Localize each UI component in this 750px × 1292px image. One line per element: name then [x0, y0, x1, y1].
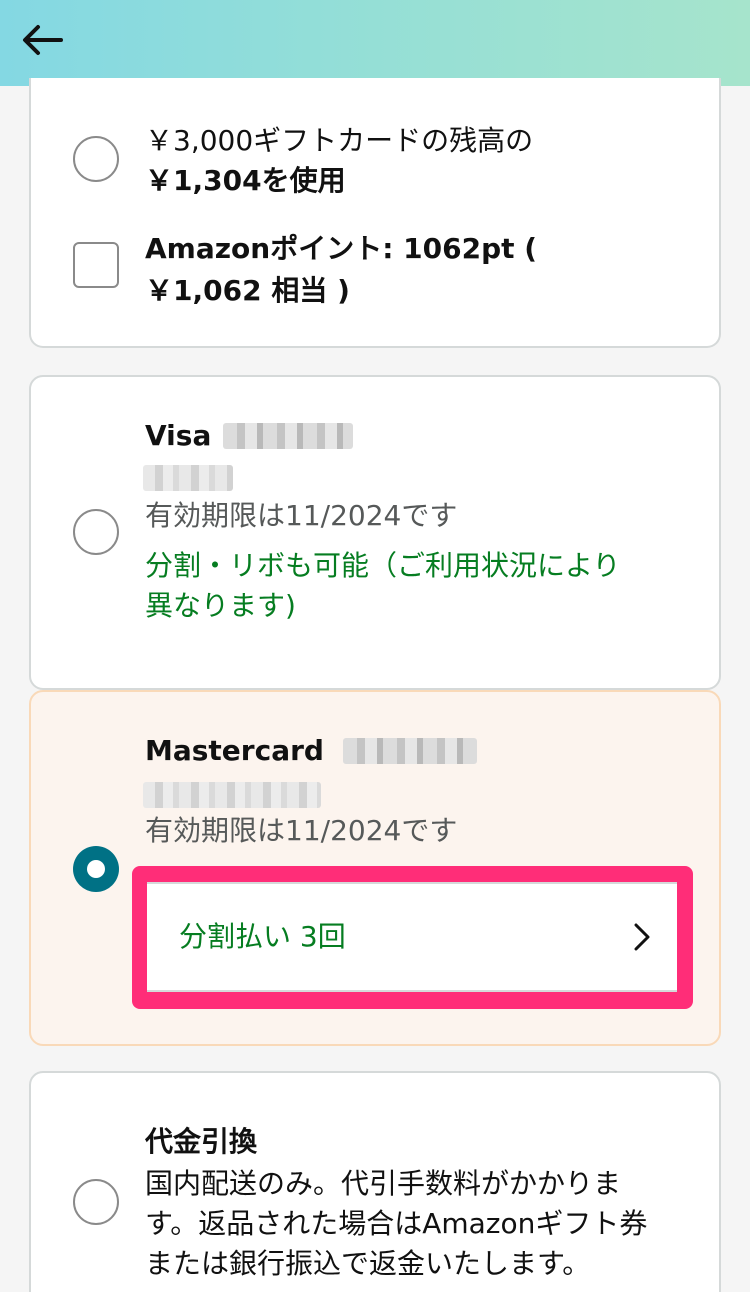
points-checkbox[interactable] — [73, 242, 119, 288]
cod-option[interactable]: 代金引換 国内配送のみ。代引手数料がかかりま す。返品された場合はAmazonギ… — [29, 1071, 721, 1292]
mastercard-radio[interactable] — [73, 846, 119, 892]
masked-card-holder — [143, 465, 233, 491]
visa-installment-note-2: 異なります) — [145, 589, 296, 622]
visa-brand: Visa — [145, 419, 212, 452]
installment-selector[interactable]: 分割払い 3回 — [147, 882, 677, 992]
installment-label: 分割払い 3回 — [179, 920, 346, 953]
mastercard-expiry: 有効期限は11/2024です — [145, 814, 458, 847]
mastercard-brand: Mastercard — [145, 734, 324, 767]
cod-description-2: す。返品された場合はAmazonギフト券 — [145, 1207, 648, 1240]
visa-installment-note: 分割・リボも可能（ご利用状況により — [145, 549, 621, 582]
gift-card-use-amount: ￥1,304を使用 — [145, 164, 346, 197]
chevron-right-icon — [634, 923, 650, 951]
visa-card-option[interactable]: Visa 有効期限は11/2024です 分割・リボも可能（ご利用状況により 異な… — [29, 375, 721, 690]
top-bar — [0, 0, 750, 86]
visa-radio[interactable] — [73, 509, 119, 555]
back-button[interactable] — [14, 14, 70, 66]
gift-card-radio[interactable] — [73, 136, 119, 182]
cod-title: 代金引換 — [145, 1125, 258, 1158]
cod-description: 国内配送のみ。代引手数料がかかりま — [145, 1167, 622, 1200]
masked-card-number — [343, 738, 477, 764]
masked-card-number — [223, 423, 353, 449]
cod-radio[interactable] — [73, 1179, 119, 1225]
gift-card-balance-text: ￥3,000ギフトカードの残高の — [145, 124, 534, 157]
cod-description-3: または銀行振込で返金いたします。 — [145, 1247, 591, 1280]
points-label: Amazonポイント: 1062pt ( — [145, 232, 538, 265]
balance-card: ￥3,000ギフトカードの残高の ￥1,304を使用 Amazonポイント: 1… — [29, 78, 721, 348]
visa-expiry: 有効期限は11/2024です — [145, 499, 458, 532]
arrow-left-icon — [23, 25, 63, 55]
masked-card-holder — [143, 782, 321, 808]
points-value: ￥1,062 相当 ) — [145, 274, 350, 307]
